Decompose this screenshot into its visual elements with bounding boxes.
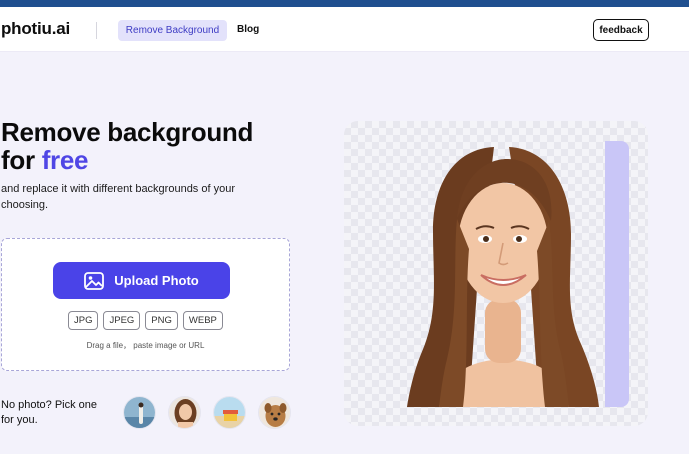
hero-title-line1: Remove background [1, 117, 254, 147]
feedback-button[interactable]: feedback [593, 19, 649, 41]
format-badge: JPEG [103, 311, 141, 330]
sample-dog-image [259, 397, 290, 428]
sample-woman-portrait[interactable] [168, 396, 201, 429]
format-badge: WEBP [182, 311, 223, 330]
result-preview [344, 121, 648, 426]
portrait-image [407, 147, 599, 407]
format-badge: JPG [68, 311, 99, 330]
top-accent-bar [0, 0, 689, 7]
hero-title-accent: free [41, 145, 89, 175]
sample-person-beach[interactable] [123, 396, 156, 429]
site-logo[interactable]: photiu.ai [1, 19, 70, 39]
sample-woman-portrait-image [169, 397, 200, 428]
upload-dropzone[interactable]: Upload Photo JPG JPEG PNG WEBP Drag a fi… [1, 238, 290, 371]
sample-beach-chair[interactable] [213, 396, 246, 429]
sample-list [123, 396, 291, 429]
image-icon [84, 271, 105, 290]
upload-hint: Drag a file， paste image or URL [86, 341, 205, 350]
nav-blog[interactable]: Blog [237, 24, 259, 35]
sample-beach-chair-image [214, 397, 245, 428]
site-header: photiu.ai Remove Background Blog feedbac… [0, 7, 689, 52]
sample-dog[interactable] [258, 396, 291, 429]
header-divider [96, 22, 97, 39]
format-list: JPG JPEG PNG WEBP [68, 311, 223, 330]
hero-title: Remove background for free [1, 118, 253, 174]
sample-prompt: No photo? Pick one for you. [1, 399, 98, 426]
format-badge: PNG [145, 311, 178, 330]
upload-photo-button[interactable]: Upload Photo [53, 262, 230, 299]
hero-subtitle: and replace it with different background… [1, 183, 235, 211]
nav-remove-background[interactable]: Remove Background [118, 20, 227, 41]
sample-person-beach-image [124, 397, 155, 428]
upload-photo-label: Upload Photo [114, 273, 199, 288]
hero-title-prefix: for [1, 145, 42, 175]
hero-title-line2: for free [1, 146, 253, 174]
